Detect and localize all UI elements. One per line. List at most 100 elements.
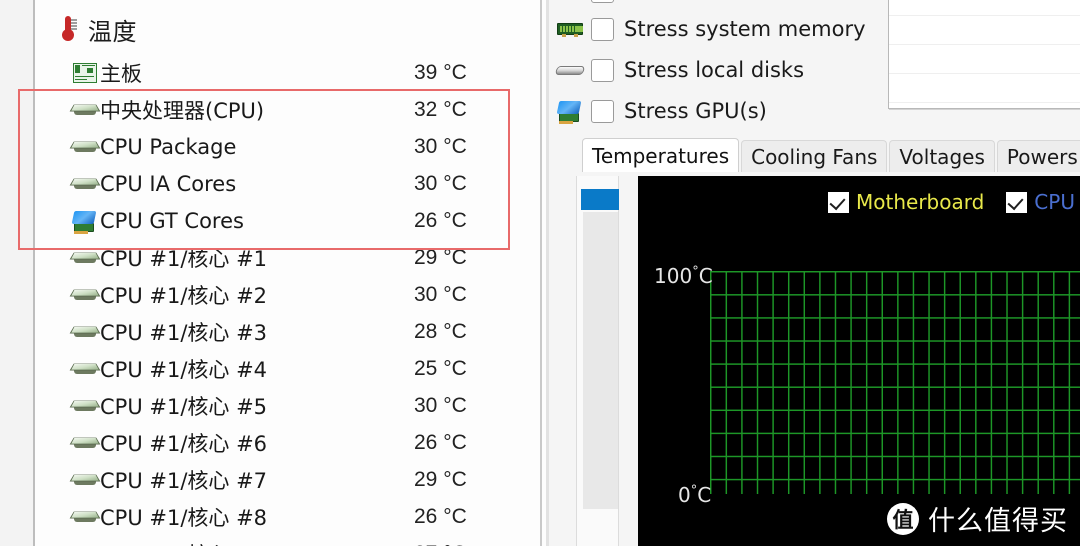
sensor-icon bbox=[70, 58, 100, 88]
sensor-value: 30 °C bbox=[414, 171, 467, 195]
cpu-chip-icon bbox=[69, 250, 101, 265]
sensor-value: 26 °C bbox=[414, 430, 467, 454]
sensor-row[interactable]: CPU #1/核心 #9 27 °C bbox=[36, 535, 536, 546]
sensor-icon bbox=[69, 169, 101, 199]
sensor-label: 中央处理器(CPU) bbox=[100, 98, 265, 123]
sensor-icon bbox=[69, 317, 101, 347]
temperature-graph[interactable]: Motherboard CPU 100°C 0°C 值 什么值得买 bbox=[638, 176, 1080, 546]
legend-checkbox-motherboard[interactable] bbox=[828, 191, 849, 213]
legend-label-cpu: CPU bbox=[1034, 190, 1075, 214]
stress-test-panel: Stress system memory Stress local disks St… bbox=[549, 0, 1080, 546]
tab-cooling-fans[interactable]: Cooling Fans bbox=[741, 140, 888, 172]
sensor-row[interactable]: CPU GT Cores 26 °C bbox=[36, 202, 536, 239]
sensor-row[interactable]: CPU #1/核心 #5 30 °C bbox=[36, 387, 536, 424]
sensor-value: 30 °C bbox=[414, 134, 467, 158]
sensor-label: CPU #1/核心 #2 bbox=[100, 283, 268, 308]
sensor-row[interactable]: CPU #1/核心 #8 26 °C bbox=[36, 498, 536, 535]
sensor-icon bbox=[70, 206, 100, 236]
sensor-group-header[interactable]: 温度 bbox=[58, 12, 137, 46]
listbox-row[interactable] bbox=[889, 0, 1080, 16]
sensor-listbox[interactable] bbox=[888, 0, 1080, 109]
sensor-icon bbox=[69, 280, 101, 310]
sensor-row[interactable]: CPU #1/核心 #3 28 °C bbox=[36, 313, 536, 350]
stress-option-row-partial[interactable] bbox=[549, 0, 624, 8]
temperature-sensor-list[interactable]: 温度主板 39 °C 中央处理器(CPU) 32 °C CPU Package 30 °C… bbox=[36, 0, 536, 546]
disk-icon bbox=[554, 63, 586, 77]
panel-divider bbox=[540, 0, 542, 546]
sensor-row[interactable]: CPU #1/核心 #7 29 °C bbox=[36, 461, 536, 498]
sensor-label: CPU #1/核心 #5 bbox=[100, 394, 268, 419]
stress-option-icon bbox=[549, 23, 591, 37]
graph-grid bbox=[710, 271, 1080, 494]
y-axis-min-value: 0 bbox=[678, 483, 691, 507]
stress-option-row[interactable]: Stress system memory bbox=[549, 12, 866, 46]
tab-strip[interactable]: TemperaturesCooling FansVoltagesPowersC bbox=[582, 138, 1080, 172]
sensor-value: 29 °C bbox=[414, 467, 467, 491]
chart-side-list-selected-item[interactable] bbox=[581, 189, 619, 210]
listbox-row[interactable] bbox=[889, 16, 1080, 45]
stress-option-checkbox[interactable] bbox=[591, 58, 614, 82]
sensor-row[interactable]: 主板 39 °C bbox=[36, 54, 536, 91]
chart-side-list[interactable] bbox=[576, 176, 619, 546]
legend-item-cpu[interactable]: CPU bbox=[1006, 190, 1075, 214]
sensor-row[interactable]: CPU IA Cores 30 °C bbox=[36, 165, 536, 202]
listbox-row[interactable] bbox=[889, 45, 1080, 74]
stress-option-label: Stress local disks bbox=[624, 58, 805, 82]
y-axis-min-label: 0°C bbox=[678, 483, 711, 507]
stress-option-label: Stress system memory bbox=[624, 17, 866, 41]
sensor-label: CPU #1/核心 #8 bbox=[100, 505, 268, 530]
listbox-row[interactable] bbox=[889, 74, 1080, 103]
thermometer-icon bbox=[58, 16, 78, 42]
sensor-label: CPU GT Cores bbox=[100, 208, 244, 233]
screenshot-root: 温度主板 39 °C 中央处理器(CPU) 32 °C CPU Package 30 °C… bbox=[0, 0, 1080, 546]
checkbox-partial[interactable] bbox=[591, 0, 614, 3]
cpu-chip-icon bbox=[69, 435, 101, 450]
sensor-label: CPU IA Cores bbox=[100, 171, 237, 196]
sensor-label: CPU #1/核心 #6 bbox=[100, 431, 268, 456]
sensor-row[interactable]: CPU #1/核心 #4 25 °C bbox=[36, 350, 536, 387]
stress-option-checkbox[interactable] bbox=[591, 17, 614, 41]
stress-option-icon bbox=[549, 63, 591, 77]
sensor-tree-panel: 温度主板 39 °C 中央处理器(CPU) 32 °C CPU Package 30 °C… bbox=[0, 0, 549, 546]
watermark-text: 什么值得买 bbox=[928, 506, 1068, 537]
watermark-logo: 值 bbox=[887, 502, 919, 535]
sensor-icon bbox=[69, 132, 101, 162]
graph-legend[interactable]: Motherboard CPU bbox=[828, 190, 1075, 214]
sensor-row[interactable]: CPU Package 30 °C bbox=[36, 128, 536, 165]
sensor-row[interactable]: CPU #1/核心 #6 26 °C bbox=[36, 424, 536, 461]
sensor-icon bbox=[69, 502, 101, 532]
motherboard-icon bbox=[73, 62, 97, 83]
sensor-label: CPU #1/核心 #4 bbox=[100, 357, 268, 382]
sensor-value: 26 °C bbox=[414, 504, 467, 528]
unit-label: C bbox=[698, 264, 713, 288]
cpu-chip-icon bbox=[69, 139, 101, 154]
ram-icon bbox=[557, 23, 583, 37]
gpu-card-icon bbox=[71, 210, 98, 234]
sensor-value: 25 °C bbox=[414, 356, 467, 380]
unit-label: C bbox=[697, 483, 712, 507]
legend-item-motherboard[interactable]: Motherboard bbox=[828, 190, 984, 214]
stress-option-checkbox[interactable] bbox=[591, 99, 614, 123]
sensor-label: CPU #1/核心 #9 bbox=[100, 539, 267, 546]
sensor-value: 30 °C bbox=[414, 393, 467, 417]
cpu-chip-icon bbox=[69, 472, 101, 487]
tab-powers[interactable]: Powers bbox=[996, 140, 1080, 172]
sensor-icon bbox=[70, 539, 100, 546]
cpu-chip-icon bbox=[69, 324, 101, 339]
sensor-row[interactable]: 中央处理器(CPU) 32 °C bbox=[36, 91, 536, 128]
stress-option-row[interactable]: Stress GPU(s) bbox=[549, 94, 767, 128]
cpu-chip-icon bbox=[69, 287, 101, 302]
sensor-row[interactable]: CPU #1/核心 #2 30 °C bbox=[36, 276, 536, 313]
y-axis-max-label: 100°C bbox=[654, 264, 713, 288]
tab-temperatures[interactable]: Temperatures bbox=[582, 138, 740, 172]
legend-checkbox-cpu[interactable] bbox=[1006, 191, 1028, 213]
tab-voltages[interactable]: Voltages bbox=[889, 140, 995, 172]
stress-option-row[interactable]: Stress local disks bbox=[549, 53, 804, 87]
sensor-row[interactable]: CPU #1/核心 #1 29 °C bbox=[36, 239, 536, 276]
cpu-chip-icon bbox=[69, 509, 101, 524]
chart-side-list-trough[interactable] bbox=[583, 212, 618, 509]
tree-gutter bbox=[0, 0, 34, 546]
sensor-icon bbox=[69, 465, 101, 495]
sensor-icon bbox=[69, 243, 101, 273]
cpu-chip-icon bbox=[69, 398, 101, 413]
